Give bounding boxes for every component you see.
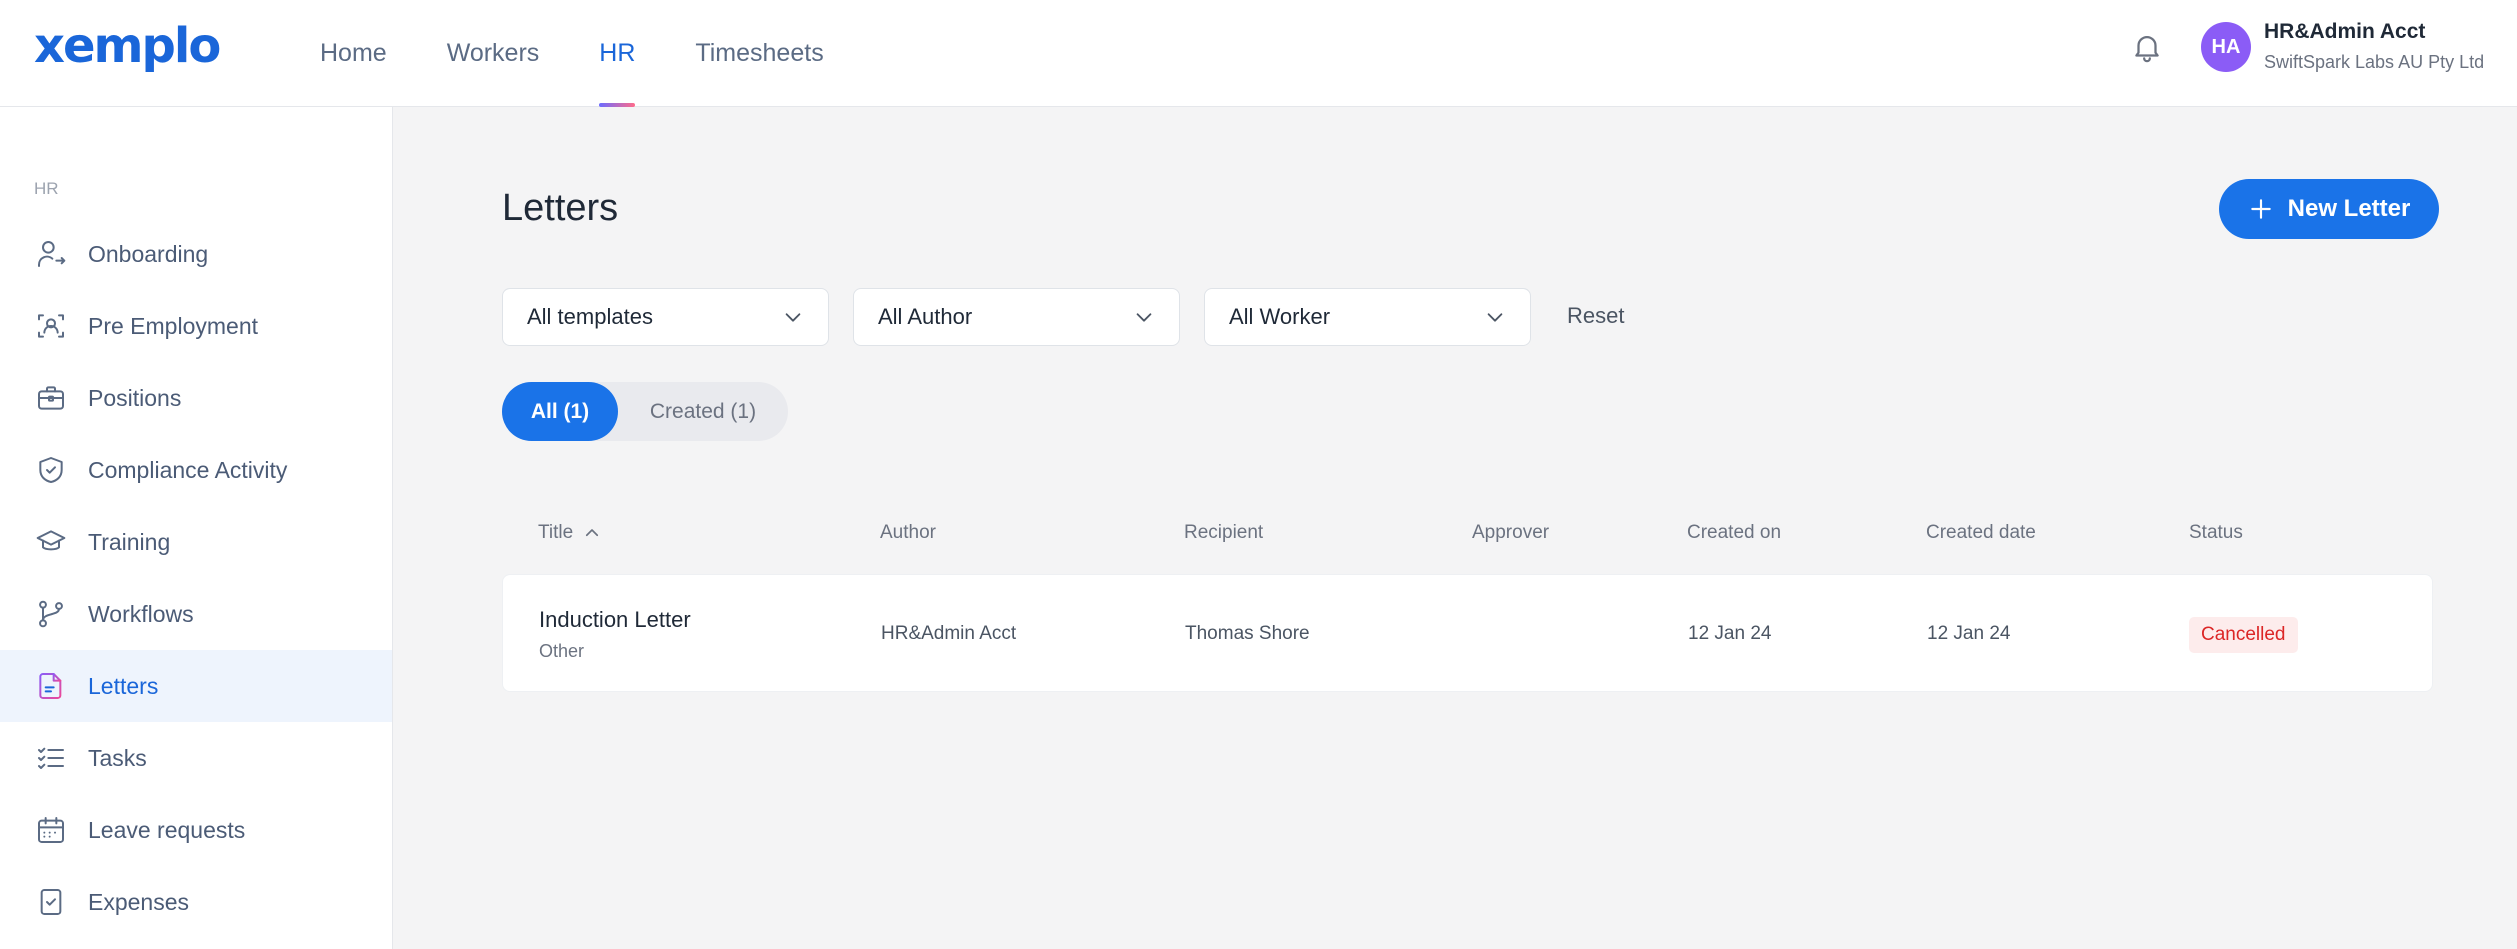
document-icon (34, 669, 68, 703)
sidebar-item-compliance-activity[interactable]: Compliance Activity (0, 434, 392, 506)
sidebar-item-label: Tasks (88, 744, 147, 771)
nav-label: HR (599, 39, 636, 67)
nav-home[interactable]: Home (290, 0, 417, 107)
sidebar-item-tasks[interactable]: Tasks (0, 722, 392, 794)
user-organization: SwiftSpark Labs AU Pty Ltd (2264, 52, 2485, 72)
worker-filter-value: All Worker (1229, 304, 1331, 329)
worker-filter-select[interactable]: All Worker (1204, 288, 1531, 346)
chevron-up-icon (583, 524, 601, 542)
letter-template-type: Other (539, 641, 585, 661)
column-header-status[interactable]: Status (2189, 522, 2243, 544)
chevron-down-icon (1484, 306, 1506, 328)
sidebar-item-expenses[interactable]: Expenses (0, 866, 392, 938)
graduation-cap-icon (34, 525, 68, 559)
template-filter-select[interactable]: All templates (502, 288, 829, 346)
letter-recipient: Thomas Shore (1185, 623, 1310, 644)
top-bar: xemplo Home Workers HR Timesheets HA HR&… (0, 0, 2517, 107)
sidebar-item-onboarding[interactable]: Onboarding (0, 218, 392, 290)
sidebar-item-pre-employment[interactable]: Pre Employment (0, 290, 392, 362)
sidebar-item-label: Letters (88, 672, 159, 699)
main-nav: Home Workers HR Timesheets (290, 0, 854, 107)
sidebar-item-label: Leave requests (88, 816, 246, 843)
new-letter-label: New Letter (2287, 195, 2411, 222)
nav-label: Workers (446, 39, 540, 67)
svg-text:xemplo: xemplo (34, 20, 219, 72)
nav-label: Timesheets (695, 39, 824, 67)
nav-workers[interactable]: Workers (417, 0, 570, 107)
sidebar-item-positions[interactable]: Positions (0, 362, 392, 434)
checklist-icon (34, 741, 68, 775)
table-row[interactable]: Induction Letter Other HR&Admin Acct Tho… (502, 574, 2433, 692)
segment-created[interactable]: Created (1) (618, 382, 788, 441)
status-badge: Cancelled (2189, 617, 2298, 653)
chevron-down-icon (1133, 306, 1155, 328)
sidebar-item-label: Expenses (88, 888, 190, 915)
sidebar-item-letters[interactable]: Letters (0, 650, 392, 722)
sidebar-heading: HR (34, 179, 59, 198)
reset-filters-button[interactable]: Reset (1567, 303, 1624, 329)
sidebar-item-label: Compliance Activity (88, 456, 288, 483)
sidebar: HR Onboarding Pre Employment Positions C… (0, 107, 393, 949)
shield-check-icon (34, 453, 68, 487)
author-filter-select[interactable]: All Author (853, 288, 1180, 346)
user-arrow-icon (34, 237, 68, 271)
status-segmented-control: All (1) Created (1) (502, 382, 788, 441)
author-filter-value: All Author (878, 304, 973, 329)
briefcase-icon (34, 381, 68, 415)
column-header-title[interactable]: Title (538, 522, 601, 544)
sidebar-item-label: Training (88, 528, 171, 555)
column-header-created-on[interactable]: Created on (1687, 522, 1781, 544)
nav-timesheets[interactable]: Timesheets (665, 0, 853, 107)
user-scan-icon (34, 309, 68, 343)
sidebar-item-training[interactable]: Training (0, 506, 392, 578)
user-name[interactable]: HR&Admin Acct (2264, 20, 2425, 44)
avatar[interactable]: HA (2201, 22, 2251, 72)
sidebar-item-label: Onboarding (88, 240, 209, 267)
sidebar-item-label: Positions (88, 384, 182, 411)
sidebar-item-workflows[interactable]: Workflows (0, 578, 392, 650)
plus-icon (2248, 196, 2274, 222)
xemplo-logo[interactable]: xemplo (34, 20, 224, 72)
letter-created-date: 12 Jan 24 (1927, 623, 2011, 644)
column-header-approver[interactable]: Approver (1472, 522, 1549, 544)
segment-all[interactable]: All (1) (502, 382, 618, 441)
column-header-recipient[interactable]: Recipient (1184, 522, 1263, 544)
notification-bell-icon[interactable] (2130, 28, 2164, 66)
letter-author: HR&Admin Acct (881, 623, 1017, 644)
chevron-down-icon (782, 306, 804, 328)
page-title: Letters (502, 187, 619, 229)
avatar-initials: HA (2211, 35, 2241, 58)
letter-created-on: 12 Jan 24 (1688, 623, 1772, 644)
sidebar-item-label: Workflows (88, 600, 194, 627)
receipt-icon (34, 885, 68, 919)
sidebar-item-leave-requests[interactable]: Leave requests (0, 794, 392, 866)
nav-hr[interactable]: HR (569, 0, 665, 107)
nav-label: Home (320, 39, 387, 67)
calendar-icon (34, 813, 68, 847)
column-header-label: Title (538, 522, 574, 543)
sidebar-item-label: Pre Employment (88, 312, 259, 339)
template-filter-value: All templates (527, 304, 653, 329)
new-letter-button[interactable]: New Letter (2219, 179, 2439, 239)
column-header-created-date[interactable]: Created date (1926, 522, 2036, 544)
column-header-author[interactable]: Author (880, 522, 936, 544)
git-branch-icon (34, 597, 68, 631)
letter-title[interactable]: Induction Letter (539, 607, 691, 633)
